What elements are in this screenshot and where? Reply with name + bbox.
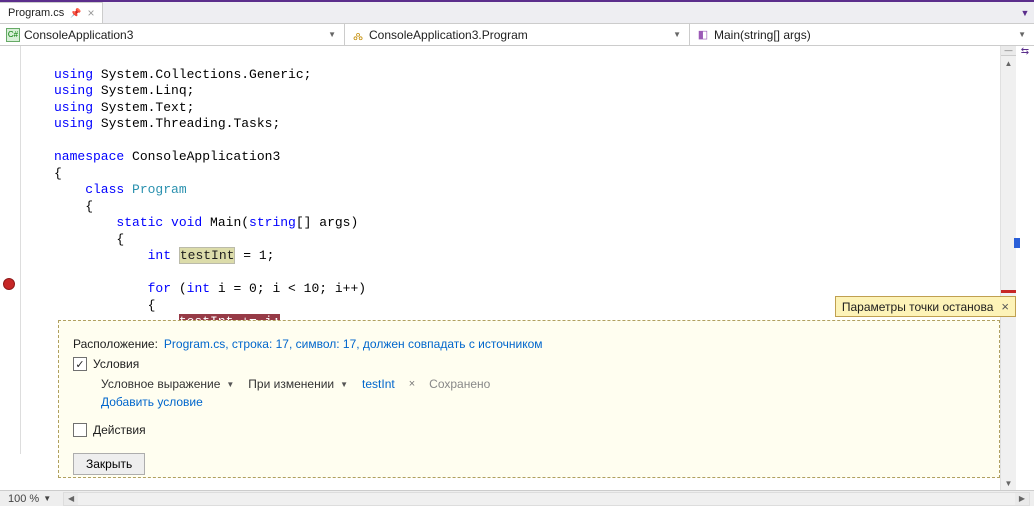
code-text: ConsoleApplication3: [124, 149, 280, 164]
code-text: [] args): [296, 215, 358, 230]
location-link[interactable]: Program.cs, строка: 17, символ: 17, долж…: [164, 337, 543, 351]
tab-filename: Program.cs: [8, 7, 64, 19]
chevron-down-icon: ▼: [671, 30, 683, 39]
type-name: Program: [124, 182, 186, 197]
conditions-label: Условия: [93, 357, 139, 371]
outlining-margin[interactable]: [20, 46, 28, 454]
code-text: Main(: [202, 215, 249, 230]
close-icon[interactable]: ×: [1001, 299, 1009, 314]
chevron-down-icon: ▼: [43, 494, 51, 503]
breakpoint-margin[interactable]: [0, 46, 20, 454]
code-text: i = 0; i < 10; i++): [210, 281, 366, 296]
location-label: Расположение:: [73, 337, 158, 351]
code-text: System.Collections.Generic;: [93, 67, 311, 82]
method-selector[interactable]: ◧ Main(string[] args) ▼: [690, 24, 1034, 45]
close-icon[interactable]: ×: [87, 6, 94, 20]
saved-label: Сохранено: [429, 377, 490, 391]
chevron-down-icon: ▼: [340, 380, 348, 389]
keyword: using: [54, 67, 93, 82]
scroll-down-arrow[interactable]: ▼: [1001, 476, 1016, 490]
keyword: int: [54, 248, 171, 263]
scroll-right-arrow[interactable]: ▶: [1015, 493, 1029, 505]
brace: {: [54, 199, 93, 214]
tab-overflow-button[interactable]: ▼: [1016, 2, 1034, 23]
keyword: int: [187, 281, 210, 296]
scope-text: ConsoleApplication3: [24, 28, 133, 42]
code-text: System.Threading.Tasks;: [93, 116, 280, 131]
breakpoint-glyph[interactable]: [3, 278, 15, 290]
navigation-bar: C# ConsoleApplication3 ▼ 🝆 ConsoleApplic…: [0, 24, 1034, 46]
horizontal-scrollbar[interactable]: ◀ ▶: [63, 492, 1030, 506]
tab-bar: Program.cs 📌 × ▼: [0, 2, 1034, 24]
code-text: (: [171, 281, 187, 296]
chevron-down-icon: ▼: [226, 380, 234, 389]
code-text: System.Linq;: [93, 83, 194, 98]
condition-mode-text: При изменении: [248, 377, 334, 391]
splitter-handle[interactable]: ―: [1001, 46, 1016, 56]
keyword: namespace: [54, 149, 124, 164]
keyword: using: [54, 116, 93, 131]
keyword: class: [54, 182, 124, 197]
breakpoint-settings-panel: Расположение: Program.cs, строка: 17, си…: [58, 320, 1000, 478]
chevron-down-icon: ▼: [1016, 30, 1028, 39]
keyword: for: [54, 281, 171, 296]
method-icon: ◧: [696, 28, 710, 42]
actions-label: Действия: [93, 423, 146, 437]
actions-checkbox[interactable]: [73, 423, 87, 437]
keyword: using: [54, 100, 93, 115]
condition-value[interactable]: testInt: [362, 377, 395, 391]
vertical-scrollbar[interactable]: ― ▲ ▼: [1000, 46, 1016, 490]
brace: {: [54, 166, 62, 181]
pin-icon[interactable]: 📌: [70, 8, 81, 19]
keyword: string: [249, 215, 296, 230]
keyword: void: [163, 215, 202, 230]
code-text: = 1;: [235, 248, 274, 263]
keyword: using: [54, 83, 93, 98]
add-condition-link[interactable]: Добавить условие: [101, 395, 203, 409]
status-bar: 100 % ▼ ◀ ▶: [0, 490, 1034, 506]
brace: {: [54, 298, 155, 313]
scope-selector[interactable]: C# ConsoleApplication3 ▼: [0, 24, 345, 45]
close-button[interactable]: Закрыть: [73, 453, 145, 475]
csharp-project-icon: C#: [6, 28, 20, 42]
class-icon: 🝆: [351, 28, 365, 42]
zoom-value: 100 %: [8, 493, 39, 505]
class-text: ConsoleApplication3.Program: [369, 28, 528, 42]
scroll-up-arrow[interactable]: ▲: [1001, 56, 1016, 70]
change-marker: [1014, 238, 1020, 248]
scroll-left-arrow[interactable]: ◀: [64, 493, 78, 505]
keyword: static: [54, 215, 163, 230]
scroll-track[interactable]: [1001, 70, 1016, 476]
condition-type-text: Условное выражение: [101, 377, 220, 391]
file-tab[interactable]: Program.cs 📌 ×: [0, 2, 103, 23]
remove-condition-icon[interactable]: ×: [409, 378, 415, 390]
identifier-highlight: testInt: [179, 247, 236, 264]
condition-type-combo[interactable]: Условное выражение ▼: [101, 377, 234, 391]
code-text: System.Text;: [93, 100, 194, 115]
method-text: Main(string[] args): [714, 28, 811, 42]
zoom-selector[interactable]: 100 % ▼: [0, 493, 59, 505]
banner-text: Параметры точки останова: [842, 300, 994, 314]
conditions-checkbox[interactable]: [73, 357, 87, 371]
breakpoint-settings-banner: Параметры точки останова ×: [835, 296, 1016, 317]
brace: {: [54, 232, 124, 247]
breakpoint-indicator: [1001, 290, 1016, 293]
chevron-down-icon: ▼: [326, 30, 338, 39]
class-selector[interactable]: 🝆 ConsoleApplication3.Program ▼: [345, 24, 690, 45]
condition-mode-combo[interactable]: При изменении ▼: [248, 377, 348, 391]
split-collapse-icon[interactable]: ⇆: [1016, 46, 1034, 56]
